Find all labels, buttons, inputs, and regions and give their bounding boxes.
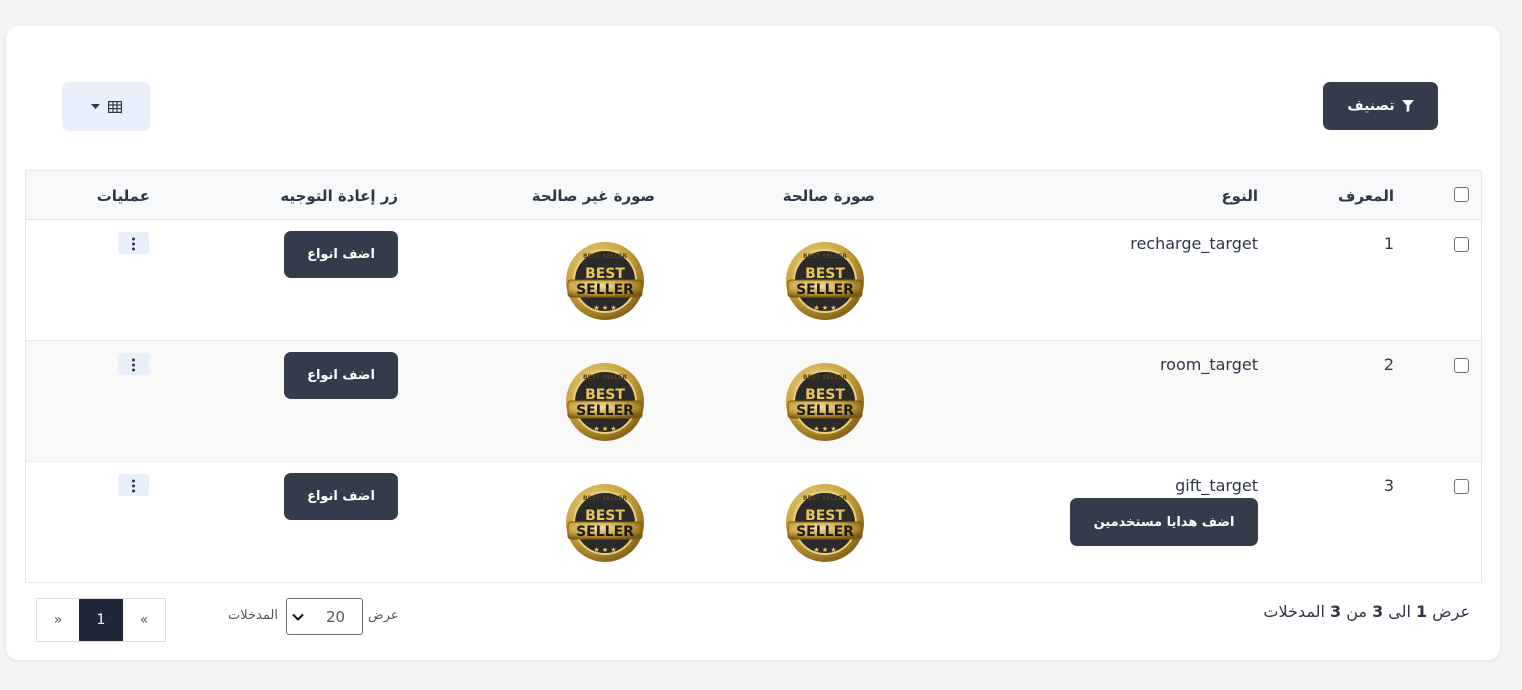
info-of-word: من [1346, 602, 1367, 621]
svg-text:BEST: BEST [585, 387, 625, 403]
svg-text:BEST SELLER: BEST SELLER [583, 253, 627, 260]
svg-text:SELLER: SELLER [576, 403, 634, 419]
svg-text:SELLER: SELLER [796, 524, 854, 540]
best-seller-badge-icon: BEST SELLER BESTSELLER ★ ★ ★ [786, 242, 864, 320]
chevron-down-icon [292, 613, 304, 621]
table-row: 1 recharge_target BEST SELLER BEST SELLER ★… [26, 220, 1481, 341]
page-length-select[interactable]: 20 [286, 598, 363, 635]
svg-text:BEST SELLER: BEST SELLER [803, 253, 847, 260]
svg-text:BEST: BEST [585, 508, 625, 524]
svg-text:BEST: BEST [585, 266, 625, 282]
svg-text:SELLER: SELLER [576, 282, 634, 298]
invalid-image: BEST SELLER BEST SELLER ★ ★ ★ [564, 482, 646, 564]
row-id: 2 [1383, 355, 1394, 374]
caret-down-icon [90, 103, 100, 109]
types-table: المعرف النوع صورة صالحة صورة غير صالحة ز… [25, 170, 1482, 583]
row-checkbox[interactable] [1454, 479, 1469, 494]
svg-text:BEST SELLER: BEST SELLER [803, 495, 847, 502]
table-grid-icon [107, 100, 122, 113]
add-types-button[interactable]: اضف انواع [284, 231, 398, 278]
more-vertical-icon [132, 357, 135, 372]
svg-text:★ ★ ★: ★ ★ ★ [813, 425, 836, 433]
best-seller-badge-icon: BEST SELLER BESTSELLER ★ ★ ★ [566, 242, 644, 320]
length-show-label: عرض [368, 608, 399, 623]
pagination: » 1 « [36, 598, 166, 642]
filter-button[interactable]: تصنيف [1323, 82, 1438, 130]
row-actions-button[interactable] [118, 232, 149, 254]
select-all-checkbox[interactable] [1454, 187, 1469, 202]
svg-text:★ ★ ★: ★ ★ ★ [593, 425, 616, 433]
info-prefix: عرض [1432, 602, 1470, 621]
svg-text:★ ★ ★: ★ ★ ★ [813, 304, 836, 312]
valid-image: BEST SELLER BEST SELLER ★ ★ ★ [784, 240, 866, 322]
filter-icon [1401, 100, 1414, 112]
table-row: 3 gift_target اضف هدايا مستخدمين BEST SE… [26, 462, 1481, 583]
info-from: 1 [1416, 602, 1428, 621]
more-vertical-icon [132, 236, 135, 251]
header-actions: عمليات [96, 187, 150, 205]
svg-text:SELLER: SELLER [576, 524, 634, 540]
row-id: 3 [1383, 476, 1394, 495]
best-seller-badge-icon: BEST SELLER BESTSELLER ★ ★ ★ [566, 363, 644, 441]
valid-image: BEST SELLER BEST SELLER ★ ★ ★ [784, 482, 866, 564]
svg-text:★ ★ ★: ★ ★ ★ [813, 546, 836, 554]
row-type: gift_target [1175, 476, 1258, 495]
svg-text:BEST: BEST [805, 508, 845, 524]
svg-text:BEST SELLER: BEST SELLER [583, 495, 627, 502]
info-to-word: الى [1388, 602, 1411, 621]
invalid-image: BEST SELLER BEST SELLER ★ ★ ★ [564, 361, 646, 443]
best-seller-badge-icon: BEST SELLER BESTSELLER ★ ★ ★ [786, 484, 864, 562]
row-type: recharge_target [1130, 234, 1258, 253]
info-suffix: المدخلات [1263, 602, 1325, 621]
svg-text:SELLER: SELLER [796, 403, 854, 419]
table-row: 2 room_target BEST SELLER BEST SELLER ★ ★ ★… [26, 341, 1481, 462]
svg-text:BEST: BEST [805, 266, 845, 282]
pagination-prev[interactable]: « [123, 599, 165, 641]
add-types-button[interactable]: اضف انواع [284, 352, 398, 399]
header-id: المعرف [1337, 187, 1394, 205]
valid-image: BEST SELLER BEST SELLER ★ ★ ★ [784, 361, 866, 443]
svg-text:BEST SELLER: BEST SELLER [583, 374, 627, 381]
filter-button-label: تصنيف [1347, 98, 1395, 114]
table-header-row: المعرف النوع صورة صالحة صورة غير صالحة ز… [26, 171, 1481, 220]
table-info: عرض 1 الى 3 من 3 المدخلات [1263, 602, 1470, 621]
pagination-page-1[interactable]: 1 [79, 599, 123, 641]
more-vertical-icon [132, 478, 135, 493]
info-total: 3 [1329, 602, 1342, 621]
header-valid-image: صورة صالحة [782, 187, 875, 205]
page-length-value: 20 [326, 607, 346, 626]
row-type: room_target [1159, 355, 1258, 374]
add-user-gifts-button[interactable]: اضف هدايا مستخدمين [1070, 498, 1258, 546]
info-to: 3 [1372, 602, 1384, 621]
svg-text:BEST SELLER: BEST SELLER [803, 374, 847, 381]
row-id: 1 [1383, 234, 1394, 253]
invalid-image: BEST SELLER BEST SELLER ★ ★ ★ [564, 240, 646, 322]
header-invalid-image: صورة غير صالحة [531, 187, 655, 205]
header-type: النوع [1221, 187, 1258, 205]
length-entries-label: المدخلات [228, 608, 278, 623]
header-redirect-button: زر إعادة التوجيه [280, 187, 398, 205]
row-checkbox[interactable] [1454, 358, 1469, 373]
pagination-next[interactable]: » [37, 599, 79, 641]
best-seller-badge-icon: BEST SELLER BESTSELLER ★ ★ ★ [786, 363, 864, 441]
svg-text:★ ★ ★: ★ ★ ★ [593, 546, 616, 554]
row-actions-button[interactable] [118, 353, 149, 375]
column-visibility-button[interactable] [62, 82, 150, 131]
svg-text:BEST: BEST [805, 387, 845, 403]
row-actions-button[interactable] [118, 474, 149, 496]
svg-text:SELLER: SELLER [796, 282, 854, 298]
add-types-button[interactable]: اضف انواع [284, 473, 398, 520]
svg-text:★ ★ ★: ★ ★ ★ [593, 304, 616, 312]
row-checkbox[interactable] [1454, 237, 1469, 252]
best-seller-badge-icon: BEST SELLER BESTSELLER ★ ★ ★ [566, 484, 644, 562]
